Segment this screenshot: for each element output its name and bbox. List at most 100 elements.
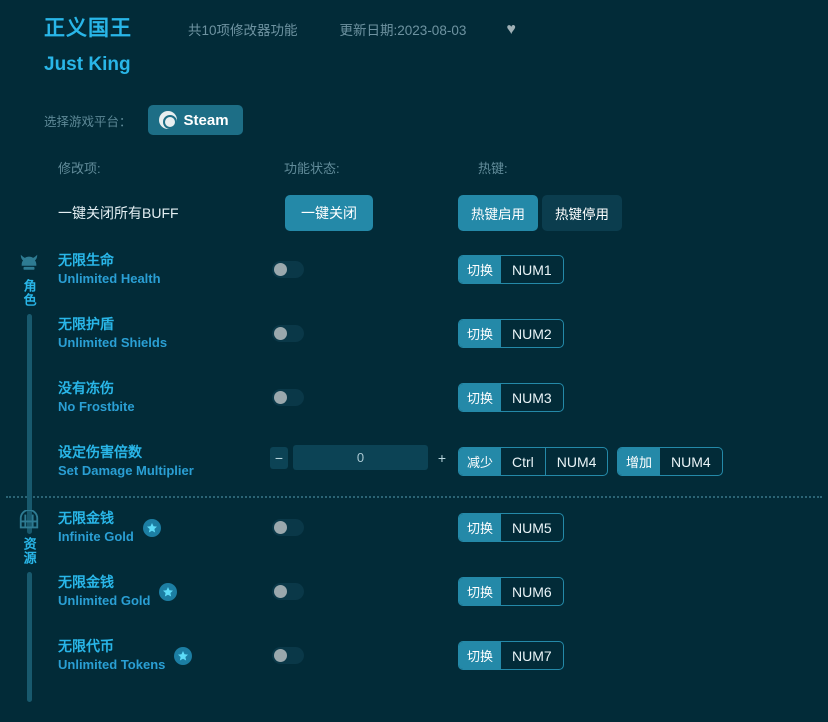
hotkey-binding[interactable]: 切换NUM3 <box>458 383 564 412</box>
hotkey-binding[interactable]: 减少CtrlNUM4 <box>458 447 608 476</box>
game-title-en: Just King <box>44 54 131 75</box>
heart-icon[interactable]: ♥ <box>506 22 516 38</box>
modifier-label-en: Unlimited Health <box>58 270 161 289</box>
hotkey-key: NUM5 <box>501 514 563 541</box>
modifier-label-block: 无限生命Unlimited Health <box>58 250 161 289</box>
hotkey-binding[interactable]: 切换NUM1 <box>458 255 564 284</box>
steam-icon <box>159 111 177 129</box>
hotkey-action-label: 增加 <box>618 448 660 475</box>
modifier-label-block: 设定伤害倍数Set Damage Multiplier <box>58 442 194 481</box>
value-input[interactable]: 0 <box>293 445 428 470</box>
modifier-toggle[interactable] <box>272 325 304 342</box>
modifier-row: 无限生命Unlimited Health 切换NUM1 <box>0 240 828 304</box>
modifier-label-block: 无限代币Unlimited Tokens <box>58 636 165 675</box>
hotkey-action-label: 减少 <box>459 448 501 475</box>
modifier-label-cn: 无限生命 <box>58 250 161 270</box>
hotkey-action-label: 切换 <box>459 320 501 347</box>
column-header-hotkey: 热键: <box>478 158 508 177</box>
option-count-label: 共10项修改器功能 <box>188 19 298 39</box>
modifier-labels: 无限金钱Infinite Gold <box>58 508 161 547</box>
toggle-knob <box>274 391 287 404</box>
hotkey-key: NUM7 <box>501 642 563 669</box>
modifier-labels: 无限护盾Unlimited Shields <box>58 314 167 353</box>
modifier-toggle[interactable] <box>272 583 304 600</box>
modifier-toggle[interactable] <box>272 261 304 278</box>
toggle-knob <box>274 327 287 340</box>
modifier-label-cn: 无限金钱 <box>58 508 134 528</box>
app-header: 正义国王 共10项修改器功能 更新日期:2023-08-03 ♥ Just Ki… <box>0 0 828 82</box>
toggle-knob <box>274 521 287 534</box>
hotkey-binding[interactable]: 增加NUM4 <box>617 447 723 476</box>
modifier-label-en: Infinite Gold <box>58 528 134 547</box>
modifier-labels: 没有冻伤No Frostbite <box>58 378 135 417</box>
hotkey-key: NUM4 <box>660 448 722 475</box>
hotkey-action-label: 切换 <box>459 514 501 541</box>
modifier-label-cn: 没有冻伤 <box>58 378 135 398</box>
header-subtitle-row: Just King <box>0 54 828 82</box>
sections-container: 角色无限生命Unlimited Health切换NUM1无限护盾Unlimite… <box>0 240 828 690</box>
modifier-label-en: Set Damage Multiplier <box>58 462 194 481</box>
modifier-labels: 无限金钱Unlimited Gold <box>58 572 177 611</box>
one-key-close-row: 一键关闭所有BUFF 一键关闭 热键启用 热键停用 <box>0 192 828 240</box>
game-title-cn: 正义国王 <box>44 12 132 42</box>
platform-label: 选择游戏平台： <box>44 111 132 130</box>
modifier-row: 无限护盾Unlimited Shields 切换NUM2 <box>0 304 828 368</box>
platform-selector-row: 选择游戏平台： Steam <box>0 104 828 136</box>
modifier-label-cn: 无限代币 <box>58 636 165 656</box>
modifier-label-en: Unlimited Shields <box>58 334 167 353</box>
platform-button-label: Steam <box>184 112 229 129</box>
modifier-row: 无限代币Unlimited Tokens 切换NUM7 <box>0 626 828 690</box>
modifier-row: 没有冻伤No Frostbite 切换NUM3 <box>0 368 828 432</box>
hotkey-binding[interactable]: 切换NUM7 <box>458 641 564 670</box>
column-header-modifier: 修改项: <box>58 158 101 177</box>
modifier-row: 无限金钱Infinite Gold 切换NUM5 <box>0 498 828 562</box>
modifier-toggle[interactable] <box>272 519 304 536</box>
hotkey-binding[interactable]: 切换NUM5 <box>458 513 564 542</box>
modifier-label-block: 无限金钱Infinite Gold <box>58 508 134 547</box>
one-key-close-label: 一键关闭所有BUFF <box>58 203 179 223</box>
star-icon <box>174 647 192 665</box>
increment-button[interactable]: + <box>433 447 451 469</box>
hotkey-key: NUM1 <box>501 256 563 283</box>
hotkey-key: Ctrl <box>501 448 545 475</box>
toggle-knob <box>274 263 287 276</box>
update-date-label: 更新日期:2023-08-03 <box>340 19 467 39</box>
hotkey-action-label: 切换 <box>459 384 501 411</box>
section-resources: 资源无限金钱Infinite Gold切换NUM5无限金钱Unlimited G… <box>0 498 828 690</box>
toggle-knob <box>274 649 287 662</box>
modifier-row: 无限金钱Unlimited Gold 切换NUM6 <box>0 562 828 626</box>
star-icon <box>159 583 177 601</box>
modifier-toggle[interactable] <box>272 389 304 406</box>
modifier-labels: 无限生命Unlimited Health <box>58 250 161 289</box>
hotkey-key: NUM2 <box>501 320 563 347</box>
section-rows-character: 无限生命Unlimited Health切换NUM1无限护盾Unlimited … <box>0 240 828 496</box>
hotkey-binding[interactable]: 切换NUM2 <box>458 319 564 348</box>
toggle-knob <box>274 585 287 598</box>
hotkey-enable-button[interactable]: 热键启用 <box>458 195 538 231</box>
star-icon <box>143 519 161 537</box>
modifier-label-en: Unlimited Gold <box>58 592 150 611</box>
hotkey-binding[interactable]: 切换NUM6 <box>458 577 564 606</box>
hotkey-key: NUM6 <box>501 578 563 605</box>
platform-button-steam[interactable]: Steam <box>148 105 243 135</box>
one-key-close-button[interactable]: 一键关闭 <box>285 195 373 231</box>
modifier-labels: 设定伤害倍数Set Damage Multiplier <box>58 442 194 481</box>
modifier-toggle[interactable] <box>272 647 304 664</box>
section-rows-resources: 无限金钱Infinite Gold切换NUM5无限金钱Unlimited Gol… <box>0 498 828 690</box>
hotkey-key: NUM3 <box>501 384 563 411</box>
modifier-label-block: 无限金钱Unlimited Gold <box>58 572 150 611</box>
hotkey-disable-button[interactable]: 热键停用 <box>542 195 622 231</box>
header-title-row: 正义国王 共10项修改器功能 更新日期:2023-08-03 ♥ <box>0 12 828 46</box>
modifier-label-en: No Frostbite <box>58 398 135 417</box>
hotkey-key: NUM4 <box>545 448 608 475</box>
modifier-label-cn: 无限护盾 <box>58 314 167 334</box>
modifier-row: 设定伤害倍数Set Damage Multiplier−0+减少CtrlNUM4… <box>0 432 828 496</box>
modifier-label-en: Unlimited Tokens <box>58 656 165 675</box>
section-character: 角色无限生命Unlimited Health切换NUM1无限护盾Unlimite… <box>0 240 828 496</box>
decrement-button[interactable]: − <box>270 447 288 469</box>
modifier-label-cn: 无限金钱 <box>58 572 150 592</box>
modifier-label-cn: 设定伤害倍数 <box>58 442 194 462</box>
modifier-labels: 无限代币Unlimited Tokens <box>58 636 192 675</box>
hotkey-action-label: 切换 <box>459 642 501 669</box>
modifier-label-block: 无限护盾Unlimited Shields <box>58 314 167 353</box>
